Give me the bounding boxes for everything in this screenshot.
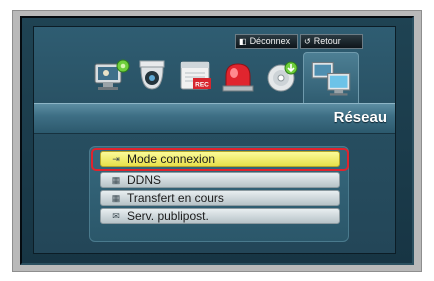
menu-item-label: Transfert en cours — [127, 191, 224, 205]
transfer-icon: ▦ — [111, 192, 121, 203]
disconnect-button[interactable]: ◧ Déconnex — [235, 34, 298, 49]
menu-item-label: DDNS — [127, 173, 162, 187]
system-setup-icon[interactable] — [92, 56, 132, 96]
logout-icon: ◧ — [239, 37, 247, 46]
selection-highlight — [91, 148, 349, 171]
page-title: Réseau — [333, 109, 387, 126]
menu-item-serv-publipost[interactable]: ✉ Serv. publipost. — [100, 208, 340, 224]
back-label: Retour — [313, 36, 341, 46]
menu-item-transfert[interactable]: ▦ Transfert en cours — [100, 190, 340, 206]
section-title-bar: Réseau — [34, 103, 395, 134]
backup-disc-icon[interactable] — [262, 56, 302, 96]
back-button[interactable]: ↺ Retour — [300, 34, 363, 49]
menu-item-label: Serv. publipost. — [127, 209, 209, 223]
recording-icon[interactable]: REC — [176, 56, 216, 96]
mail-icon: ✉ — [112, 210, 120, 221]
menu-item-ddns[interactable]: ▦ DDNS — [100, 172, 340, 188]
svg-text:REC: REC — [195, 82, 209, 89]
network-icon[interactable] — [303, 52, 359, 104]
ddns-icon: ▦ — [111, 174, 121, 185]
camera-icon[interactable] — [132, 56, 172, 96]
disconnect-label: Déconnex — [249, 36, 291, 46]
return-icon: ↺ — [304, 37, 311, 46]
alarm-event-icon[interactable] — [218, 56, 258, 96]
